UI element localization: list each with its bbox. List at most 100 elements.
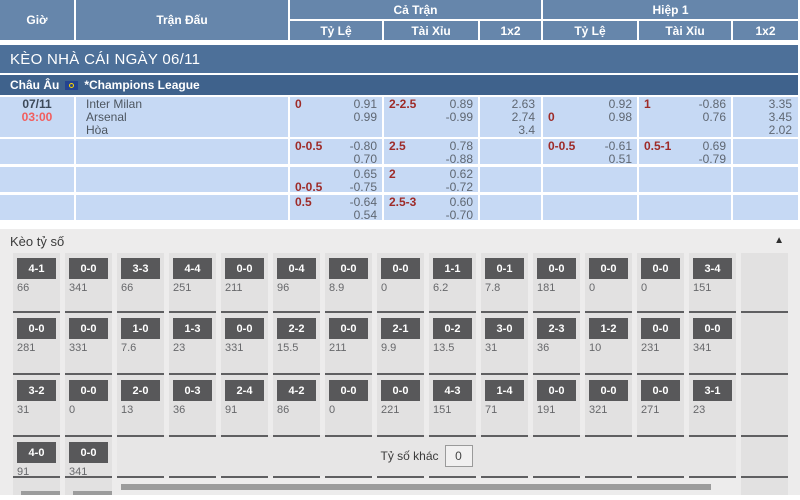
score-cell[interactable]: 3-231: [13, 373, 60, 435]
odds-cell-ft-1x2[interactable]: [480, 195, 541, 220]
odds-cell-h1-overunder[interactable]: [639, 167, 731, 192]
score-cell[interactable]: 4-3151: [429, 373, 476, 435]
odds-cell-ft-overunder[interactable]: 2.5-30.60-0.70: [384, 195, 478, 220]
handicap-label: 0.5-1: [644, 140, 671, 153]
odds-cell-ft-handicap[interactable]: 0-0.5-0.800.70: [290, 139, 382, 164]
score-cell[interactable]: 0-213.5: [429, 311, 476, 373]
odds-cell-ft-overunder[interactable]: 2-2.50.89-0.99: [384, 97, 478, 137]
score-box: 4-3: [433, 380, 472, 401]
score-cell[interactable]: 0-0221: [377, 373, 424, 435]
score-cell[interactable]: 0-0231: [637, 311, 684, 373]
score-odds: 221: [381, 404, 424, 416]
score-cell[interactable]: 0-0211: [325, 311, 372, 373]
column-header-h1-1x2: 1x2: [733, 21, 798, 40]
date-banner: KÈO NHÀ CÁI NGÀY 06/11: [0, 45, 798, 73]
score-cell[interactable]: 0-336: [169, 373, 216, 435]
score-cell[interactable]: 3-123: [689, 373, 736, 435]
odds-cell-h1-1x2[interactable]: [733, 139, 798, 164]
score-odds: 13.5: [433, 342, 476, 354]
teams-cell[interactable]: Inter MilanArsenalHòa: [76, 97, 288, 137]
odds-cell-h1-handicap[interactable]: [543, 195, 637, 220]
score-box: 2-0: [121, 380, 160, 401]
score-cell[interactable]: 0-0321: [585, 373, 632, 435]
other-score-input[interactable]: 0: [445, 445, 473, 467]
score-box: 4-4: [173, 258, 212, 279]
score-cell[interactable]: 0-0341: [65, 435, 112, 476]
score-cell[interactable]: 4-4251: [169, 253, 216, 311]
odds-cell-h1-overunder[interactable]: 1-0.860.76: [639, 97, 731, 137]
score-cell[interactable]: 3-4151: [689, 253, 736, 311]
score-cell[interactable]: 0-0191: [533, 373, 580, 435]
teams-cell: [76, 139, 288, 164]
league-region: Châu Âu: [10, 78, 59, 92]
odds-cell-ft-overunder[interactable]: 20.62-0.72: [384, 167, 478, 192]
handicap-label: 0-0.5: [295, 181, 322, 192]
score-odds: 341: [69, 282, 112, 294]
score-cell[interactable]: 4-166: [13, 253, 60, 311]
score-odds: 7.6: [121, 342, 164, 354]
score-cell: [741, 476, 788, 495]
odds-cell-ft-1x2[interactable]: 2.632.743.4: [480, 97, 541, 137]
score-cell[interactable]: 0-0281: [13, 311, 60, 373]
score-cell[interactable]: 0-0271: [637, 373, 684, 435]
odds-cell-ft-overunder[interactable]: 2.50.78-0.88: [384, 139, 478, 164]
odds-cell-h1-overunder[interactable]: [639, 195, 731, 220]
league-bar[interactable]: Châu Âu *Champions League: [0, 75, 798, 95]
odds-cell-h1-overunder[interactable]: 0.5-10.69-0.79: [639, 139, 731, 164]
odds-cell-ft-handicap[interactable]: 0.5-0.640.54: [290, 195, 382, 220]
score-cell[interactable]: 0-0331: [221, 311, 268, 373]
score-cell[interactable]: 0-08.9: [325, 253, 372, 311]
score-cell[interactable]: 1-471: [481, 373, 528, 435]
odds-cell-h1-handicap[interactable]: 0-0.5-0.610.51: [543, 139, 637, 164]
score-box-cutoff: [121, 484, 711, 490]
score-cell[interactable]: 2-491: [221, 373, 268, 435]
score-cell[interactable]: 0-496: [273, 253, 320, 311]
score-odds: 0: [329, 404, 372, 416]
other-score-cell[interactable]: Tỷ số khác0: [117, 435, 736, 476]
collapse-arrow-icon[interactable]: ▲: [774, 236, 784, 246]
score-cell[interactable]: 1-210: [585, 311, 632, 373]
score-box: 4-0: [17, 442, 56, 463]
odds-value: -0.70: [446, 209, 473, 220]
score-cell[interactable]: 0-0341: [689, 311, 736, 373]
score-cell[interactable]: 2-013: [117, 373, 164, 435]
score-cell[interactable]: 2-336: [533, 311, 580, 373]
score-cell[interactable]: 3-366: [117, 253, 164, 311]
score-cell[interactable]: 0-17.8: [481, 253, 528, 311]
handicap-label: 2.5-3: [389, 196, 416, 209]
odds-cell-h1-handicap[interactable]: [543, 167, 637, 192]
score-cell[interactable]: 0-00: [377, 253, 424, 311]
score-cell[interactable]: 0-00: [637, 253, 684, 311]
odds-cell-ft-1x2[interactable]: [480, 167, 541, 192]
match-row: 0-0.5-0.800.702.50.78-0.88 0-0.5-0.610.51…: [0, 139, 798, 164]
score-cell[interactable]: 1-07.6: [117, 311, 164, 373]
handicap-label: 0: [295, 98, 302, 111]
score-cell[interactable]: 1-323: [169, 311, 216, 373]
odds-cell-h1-1x2[interactable]: [733, 167, 798, 192]
score-cell[interactable]: 0-00: [585, 253, 632, 311]
score-cell[interactable]: 2-19.9: [377, 311, 424, 373]
score-cell[interactable]: 0-00: [325, 373, 372, 435]
score-odds: 0: [589, 282, 632, 294]
score-cell[interactable]: 0-0211: [221, 253, 268, 311]
score-cell[interactable]: 3-031: [481, 311, 528, 373]
score-cell[interactable]: 0-0341: [65, 253, 112, 311]
score-box: 0-0: [693, 318, 732, 339]
odds-cell-h1-1x2[interactable]: 3.353.452.02: [733, 97, 798, 137]
score-cell[interactable]: 0-0181: [533, 253, 580, 311]
score-cell[interactable]: 1-16.2: [429, 253, 476, 311]
score-cell[interactable]: 4-091: [13, 435, 60, 476]
score-cell[interactable]: 0-0331: [65, 311, 112, 373]
other-score-cell-cutoff: [117, 476, 736, 495]
odds-cell-h1-handicap[interactable]: 0.9200.98: [543, 97, 637, 137]
odds-cell-ft-handicap[interactable]: 00.910.99: [290, 97, 382, 137]
odds-cell-ft-1x2[interactable]: [480, 139, 541, 164]
odds-cell-h1-1x2[interactable]: [733, 195, 798, 220]
odds-cell-ft-handicap[interactable]: 0.650-0.5-0.75: [290, 167, 382, 192]
score-cell: [13, 476, 60, 495]
score-cell[interactable]: 0-00: [65, 373, 112, 435]
score-cell[interactable]: 2-215.5: [273, 311, 320, 373]
score-cell[interactable]: 4-286: [273, 373, 320, 435]
score-box: 0-0: [17, 318, 56, 339]
score-odds: 271: [641, 404, 684, 416]
